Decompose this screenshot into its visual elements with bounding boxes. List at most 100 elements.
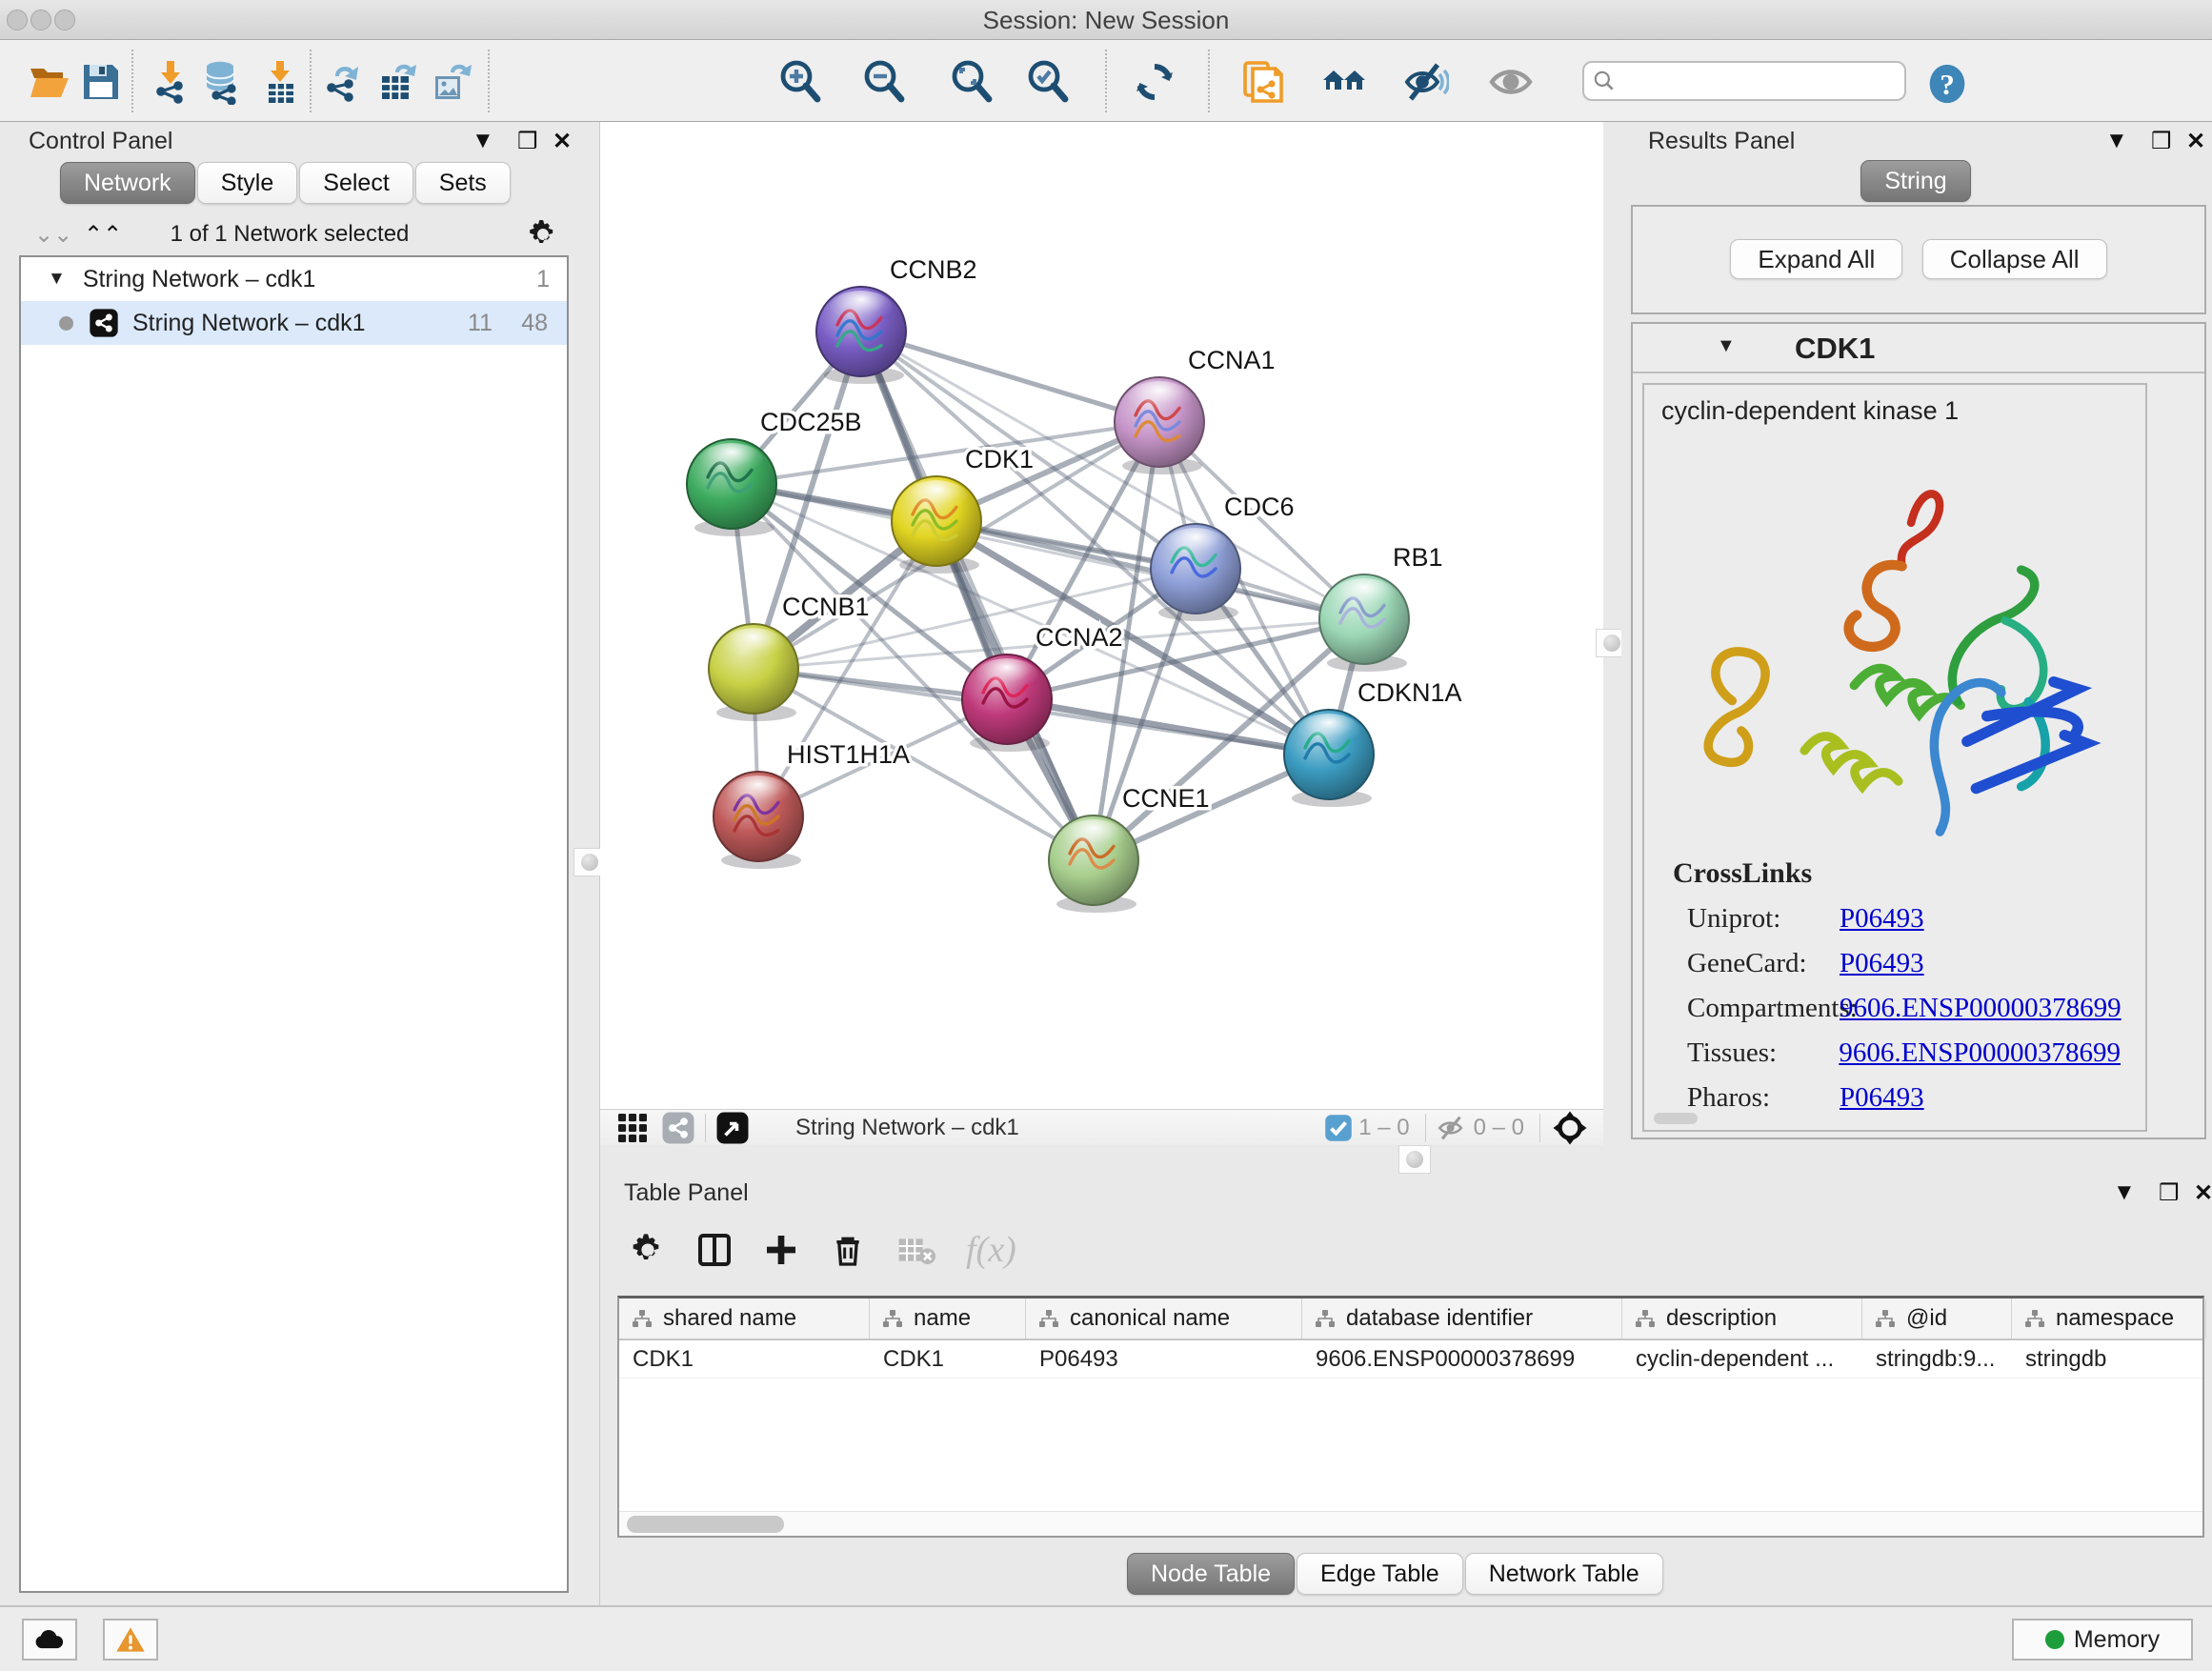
table-cell[interactable]: cyclin-dependent ... — [1622, 1340, 1862, 1378]
crosslink-label: Pharos: — [1687, 1082, 1840, 1114]
collection-expander-icon[interactable]: ▼ — [48, 269, 66, 290]
table-panel-title: Table Panel — [624, 1179, 749, 1207]
vertical-splitter-right[interactable] — [1603, 122, 1621, 1145]
help-icon[interactable]: ? — [1926, 63, 1968, 105]
edge-ccnb2-ccna1[interactable] — [861, 332, 1159, 422]
horizontal-scrollbar-thumb[interactable] — [627, 1516, 784, 1533]
horizontal-scrollbar[interactable] — [619, 1511, 2202, 1536]
node-ccne1[interactable]: CCNE1 — [1049, 784, 1210, 913]
column-header-@id[interactable]: @id — [1862, 1299, 2012, 1339]
grid-view-icon[interactable] — [615, 1111, 650, 1145]
crosslink-link[interactable]: P06493 — [1840, 1082, 1924, 1114]
refresh-layout-icon[interactable] — [1132, 59, 1177, 105]
control-panel-tabs: NetworkStyleSelectSets — [60, 162, 513, 204]
node-rb1[interactable]: RB1 — [1319, 543, 1443, 672]
export-image-icon[interactable] — [428, 59, 473, 105]
pan-mode-icon[interactable] — [1550, 1108, 1590, 1148]
control-panel-title: Control Panel — [29, 128, 172, 155]
control-panel-close-icon[interactable]: ✕ — [553, 128, 572, 155]
network-view-mode-icon[interactable] — [661, 1111, 695, 1145]
zoom-in-icon[interactable] — [777, 59, 823, 105]
table-cell[interactable]: stringdb:9... — [1862, 1340, 2012, 1378]
tab-string[interactable]: String — [1860, 160, 1970, 202]
hidden-count-eye-icon — [1436, 1112, 1468, 1144]
column-header-canonical-name[interactable]: canonical name — [1026, 1299, 1302, 1339]
network-collection-row[interactable]: ▼ String Network – cdk1 1 — [21, 257, 567, 301]
import-network-file-icon[interactable] — [148, 59, 193, 105]
zoom-selected-icon[interactable] — [1025, 59, 1071, 105]
tab-sets[interactable]: Sets — [415, 162, 511, 204]
tab-select[interactable]: Select — [299, 162, 412, 204]
column-header-name[interactable]: name — [870, 1299, 1026, 1339]
selected-count-checkbox-icon[interactable] — [1324, 1114, 1353, 1142]
crosslink-link[interactable]: P06493 — [1840, 948, 1924, 979]
splitter-handle[interactable] — [1398, 1145, 1431, 1174]
horizontal-splitter[interactable] — [600, 1145, 2212, 1174]
node-cdc6[interactable]: CDC6 — [1151, 493, 1295, 621]
close-window-icon[interactable] — [7, 10, 28, 30]
network-options-gear-icon[interactable] — [526, 217, 560, 252]
import-network-database-icon[interactable] — [199, 59, 245, 105]
crosslink-link[interactable]: 9606.ENSP00000378699 — [1840, 993, 2122, 1024]
save-session-icon[interactable] — [78, 59, 124, 105]
column-type-icon — [631, 1307, 654, 1330]
column-header-description[interactable]: description — [1622, 1299, 1862, 1339]
node-ccnb1[interactable]: CCNB1 — [709, 593, 870, 721]
zoom-fit-icon[interactable] — [949, 59, 995, 105]
column-header-shared-name[interactable]: shared name — [619, 1299, 870, 1339]
table-settings-gear-icon[interactable] — [629, 1231, 667, 1269]
minimize-window-icon[interactable] — [30, 10, 51, 30]
table-panel-float-icon[interactable]: ❒ — [2159, 1179, 2180, 1207]
tab-node-table[interactable]: Node Table — [1127, 1553, 1295, 1595]
homes-icon[interactable] — [1321, 59, 1367, 105]
crosslink-link[interactable]: P06493 — [1840, 903, 1924, 935]
table-row[interactable]: CDK1CDK1P064939606.ENSP00000378699cyclin… — [619, 1340, 2202, 1379]
node-cdkn1a[interactable]: CDKN1A — [1284, 678, 1462, 807]
search-input[interactable] — [1624, 68, 1891, 94]
table-panel-close-icon[interactable]: ✕ — [2194, 1179, 2212, 1207]
table-cell[interactable]: CDK1 — [619, 1340, 870, 1378]
tab-edge-table[interactable]: Edge Table — [1297, 1553, 1463, 1595]
gene-expander-icon[interactable]: ▼ — [1717, 335, 1736, 357]
zoom-out-icon[interactable] — [861, 59, 907, 105]
toolbar-separator — [1208, 50, 1210, 112]
table-cell[interactable]: 9606.ENSP00000378699 — [1302, 1340, 1622, 1378]
export-network-icon[interactable] — [320, 59, 366, 105]
hide-selected-eye-icon[interactable] — [1403, 59, 1449, 105]
results-panel-float-icon[interactable]: ❒ — [2151, 128, 2172, 155]
tab-network-table[interactable]: Network Table — [1465, 1553, 1663, 1595]
delete-column-trash-icon[interactable] — [829, 1231, 867, 1269]
column-header-database-identifier[interactable]: database identifier — [1302, 1299, 1622, 1339]
control-panel-menu-icon[interactable]: ▼ — [472, 128, 494, 154]
crosslink-link[interactable]: 9606.ENSP00000378699 — [1839, 1037, 2121, 1069]
network-canvas[interactable]: CCNB2CCNA1CDC25BCDK1CDC6RB1CCNB1CCNA2CDK… — [600, 122, 1603, 1109]
memory-button[interactable]: Memory — [2012, 1619, 2193, 1661]
expand-all-button[interactable]: Expand All — [1730, 239, 1902, 279]
table-panel-menu-icon[interactable]: ▼ — [2113, 1179, 2136, 1206]
node-hist1h1a[interactable]: HIST1H1A — [714, 740, 910, 869]
export-table-icon[interactable] — [374, 59, 420, 105]
add-column-icon[interactable] — [762, 1231, 800, 1269]
clone-network-icon[interactable] — [1239, 59, 1285, 105]
show-columns-icon[interactable] — [695, 1231, 734, 1269]
results-panel-menu-icon[interactable]: ▼ — [2105, 128, 2128, 154]
tab-style[interactable]: Style — [197, 162, 298, 204]
zoom-window-icon[interactable] — [54, 10, 75, 30]
warnings-button[interactable] — [103, 1619, 158, 1661]
show-all-eye-icon[interactable] — [1488, 59, 1534, 105]
vertical-splitter-left[interactable] — [579, 122, 600, 1605]
horizontal-scrollbar-thumb[interactable] — [1654, 1113, 1698, 1124]
network-row[interactable]: String Network – cdk1 11 48 — [21, 301, 567, 345]
import-table-file-icon[interactable] — [257, 59, 303, 105]
cloud-button[interactable] — [22, 1619, 77, 1661]
column-header-namespace[interactable]: namespace — [2012, 1299, 2206, 1339]
collapse-all-button[interactable]: Collapse All — [1922, 239, 2107, 279]
table-cell[interactable]: CDK1 — [870, 1340, 1026, 1378]
results-panel-close-icon[interactable]: ✕ — [2186, 128, 2205, 155]
table-cell[interactable]: P06493 — [1026, 1340, 1302, 1378]
control-panel-float-icon[interactable]: ❒ — [517, 128, 538, 155]
tab-network[interactable]: Network — [60, 162, 195, 204]
table-cell[interactable]: stringdb — [2012, 1340, 2206, 1378]
open-session-icon[interactable] — [27, 59, 72, 105]
birds-eye-view-icon[interactable] — [715, 1111, 750, 1145]
